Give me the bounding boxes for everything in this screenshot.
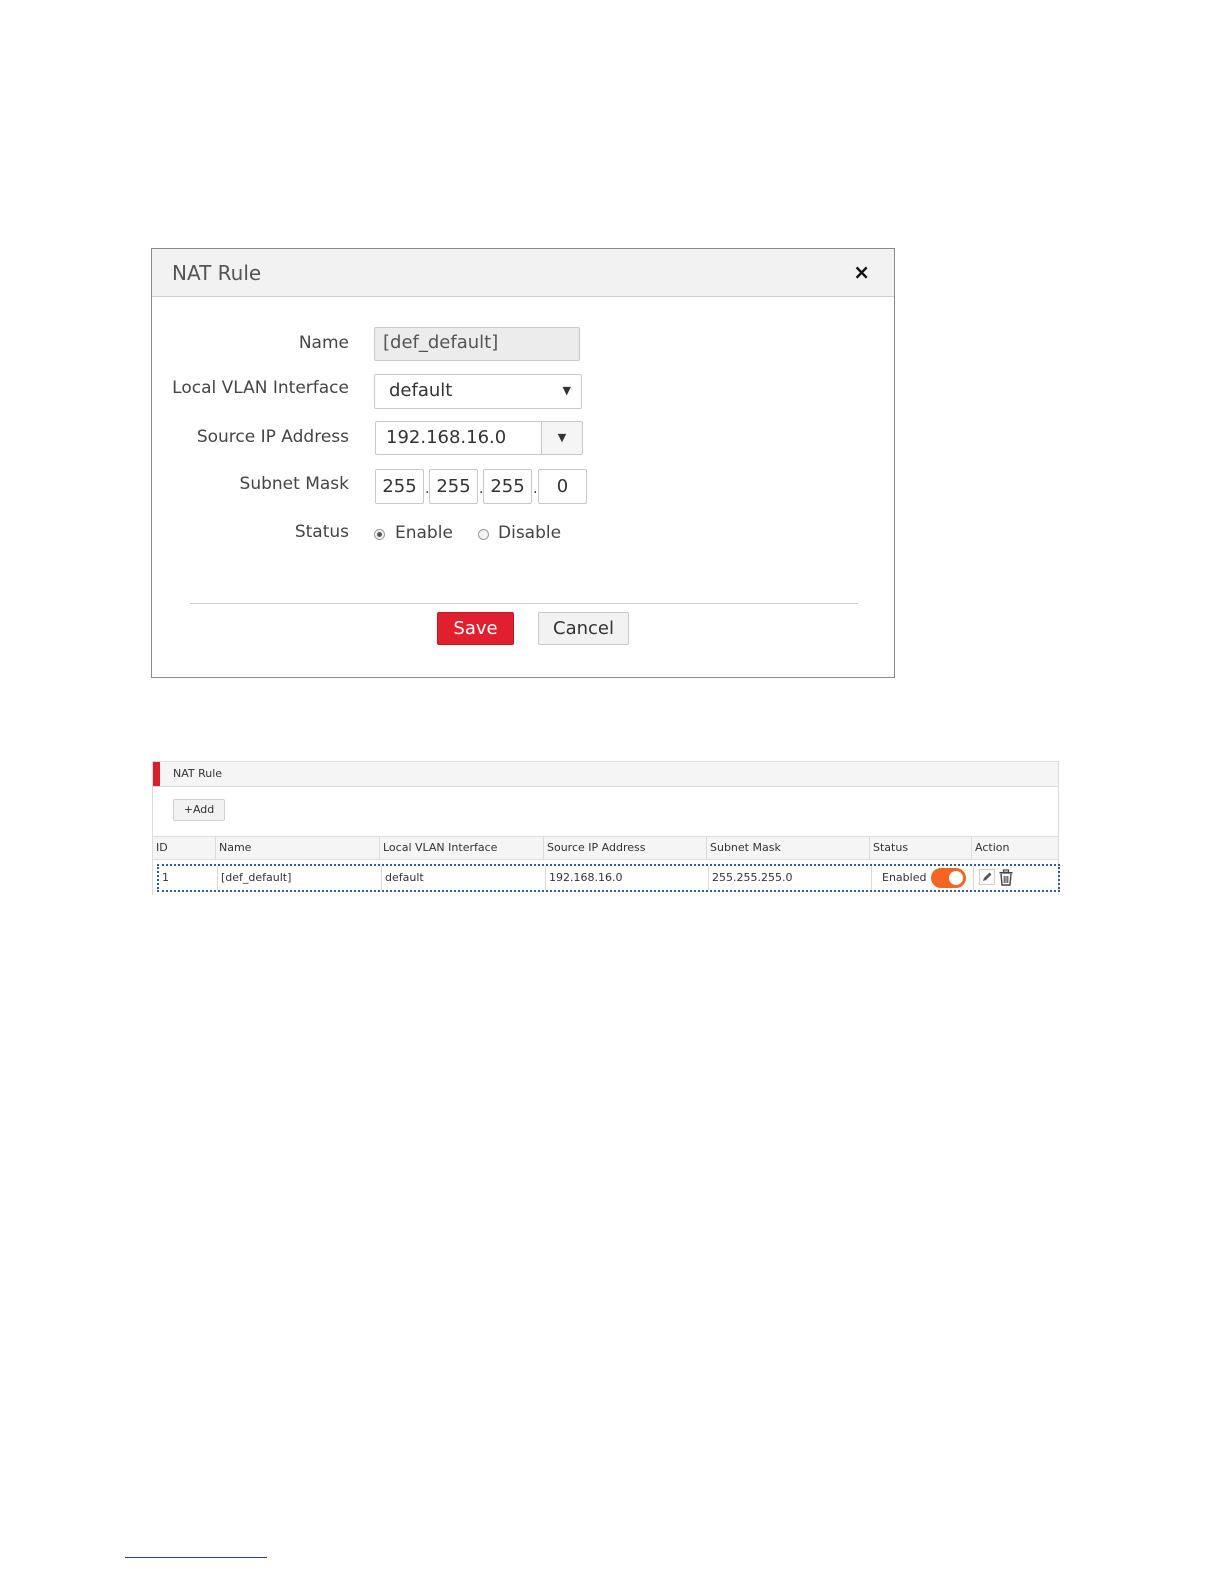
disable-radio[interactable] xyxy=(478,529,489,540)
status-label: Status xyxy=(294,522,349,542)
vlan-label: Local VLAN Interface xyxy=(172,378,349,398)
name-label: Name xyxy=(298,333,349,353)
column-header-status: Status xyxy=(870,837,972,859)
caret-down-icon: ▼ xyxy=(557,431,567,444)
dialog-header: NAT Rule × xyxy=(152,249,894,297)
enable-radio[interactable] xyxy=(374,529,385,540)
table-row[interactable]: 1 [def_default] default 192.168.16.0 255… xyxy=(157,864,1060,892)
close-icon[interactable]: × xyxy=(853,262,870,282)
cell-source-ip: 192.168.16.0 xyxy=(546,866,709,890)
cell-id: 1 xyxy=(159,866,218,890)
nat-rule-dialog: NAT Rule × Name [def_default] Local VLAN… xyxy=(151,248,895,678)
panel-accent-bar xyxy=(153,762,160,786)
cell-name: [def_default] xyxy=(218,866,382,890)
save-button[interactable]: Save xyxy=(437,612,514,645)
cancel-button[interactable]: Cancel xyxy=(538,612,629,645)
octet-separator: . xyxy=(533,481,538,497)
subnet-octet-1[interactable]: 255 xyxy=(375,469,424,504)
caret-down-icon: ▼ xyxy=(562,384,571,397)
vlan-select[interactable]: default ▼ xyxy=(374,374,582,409)
footer-divider xyxy=(190,603,858,604)
status-toggle[interactable] xyxy=(931,868,966,888)
enable-radio-label[interactable]: Enable xyxy=(395,523,453,543)
panel-header: NAT Rule xyxy=(153,762,1058,787)
subnet-octet-4[interactable]: 0 xyxy=(538,469,587,504)
column-header-vlan: Local VLAN Interface xyxy=(380,837,544,859)
table-header: ID Name Local VLAN Interface Source IP A… xyxy=(153,836,1058,860)
subnet-octet-2[interactable]: 255 xyxy=(429,469,478,504)
source-ip-label: Source IP Address xyxy=(196,427,349,447)
add-button[interactable]: +Add xyxy=(173,799,225,821)
column-header-subnet-mask: Subnet Mask xyxy=(707,837,870,859)
source-ip-input[interactable]: 192.168.16.0 xyxy=(375,421,541,455)
cell-vlan: default xyxy=(382,866,546,890)
subnet-octet-3[interactable]: 255 xyxy=(483,469,532,504)
delete-icon[interactable] xyxy=(998,869,1014,886)
edit-icon[interactable] xyxy=(979,869,995,886)
footer-rule xyxy=(125,1557,267,1558)
disable-radio-label[interactable]: Disable xyxy=(498,523,561,543)
column-header-id: ID xyxy=(153,837,216,859)
cell-subnet-mask: 255.255.255.0 xyxy=(709,866,872,890)
name-input[interactable]: [def_default] xyxy=(374,327,580,361)
subnet-mask-label: Subnet Mask xyxy=(239,474,349,494)
nat-rule-panel: NAT Rule +Add ID Name Local VLAN Interfa… xyxy=(152,761,1060,895)
panel-title: NAT Rule xyxy=(173,767,223,780)
source-ip-dropdown-button[interactable]: ▼ xyxy=(541,421,583,455)
column-header-source-ip: Source IP Address xyxy=(544,837,707,859)
column-header-action: Action xyxy=(975,841,1010,854)
vlan-select-value: default xyxy=(389,380,453,401)
dialog-title: NAT Rule xyxy=(172,261,262,285)
column-header-name: Name xyxy=(216,837,380,859)
